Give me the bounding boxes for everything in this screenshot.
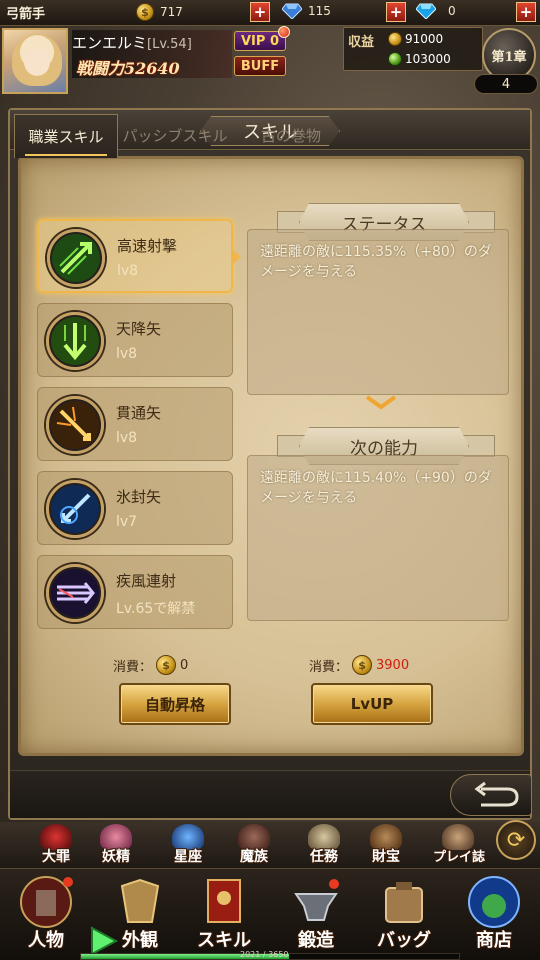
top-status-bar: 弓箭手 $ 717 + 115 + 0 + bbox=[0, 0, 540, 26]
back-arrow-icon bbox=[474, 781, 519, 807]
sky-gem-amount: 0 bbox=[448, 4, 456, 18]
selection-arrow bbox=[232, 249, 241, 265]
next-ability-box: 遠距離の敵に115.40%（+90）のダメージを与える bbox=[247, 455, 509, 621]
auto-upgrade-button[interactable]: 自動昇格 bbox=[119, 683, 231, 725]
nav-character[interactable]: 人物 bbox=[2, 872, 90, 954]
green-orb-icon bbox=[388, 52, 402, 66]
income-gold: 91000 bbox=[405, 32, 444, 46]
skill-level: lv8 bbox=[116, 346, 138, 362]
ice-arrow-icon bbox=[46, 480, 104, 538]
nav-deadly-sin[interactable]: 大罪 bbox=[26, 824, 86, 868]
refresh-icon: ⟳ bbox=[506, 827, 526, 853]
tab-ancient-scroll[interactable]: 古の巻物 bbox=[236, 114, 346, 158]
blue-gem-icon bbox=[282, 3, 302, 19]
nav-shop[interactable]: 商店 bbox=[450, 872, 538, 954]
skill-name: 貫通矢 bbox=[116, 404, 162, 422]
tab-passive-skill[interactable]: パッシブスキル bbox=[120, 114, 230, 158]
add-gold-button[interactable]: + bbox=[250, 2, 270, 22]
rapid-shot-icon bbox=[47, 229, 105, 287]
status-box: 遠距離の敵に115.35%（+80）のダメージを与える bbox=[247, 229, 509, 395]
gold-amount: 717 bbox=[160, 5, 183, 19]
skill-level: lv7 bbox=[116, 514, 138, 530]
refresh-button[interactable]: ⟳ bbox=[496, 820, 536, 860]
nav-play-log[interactable]: プレイ誌 bbox=[424, 824, 494, 868]
nav-quest[interactable]: 任務 bbox=[294, 824, 354, 868]
exp-text: 2021 / 3650 bbox=[240, 950, 289, 959]
nav-skill[interactable]: スキル bbox=[180, 872, 268, 954]
status-description: 遠距離の敵に115.35%（+80）のダメージを与える bbox=[260, 244, 492, 280]
nav-fairy[interactable]: 妖精 bbox=[86, 824, 146, 868]
appearance-icon bbox=[120, 878, 160, 923]
blue-gem-resource: 115 bbox=[282, 3, 331, 19]
auto-cost: 消費： $ 0 bbox=[113, 655, 188, 675]
tab-job-skill[interactable]: 職業スキル bbox=[14, 114, 118, 158]
skill-panel: スキル 高速射撃 lv8 天降矢 lv8 貫通矢 lv8 氷封矢 lv7 疾風連… bbox=[8, 108, 532, 820]
gold-coin-icon: $ bbox=[352, 655, 373, 675]
class-name: 弓箭手 bbox=[6, 7, 46, 22]
gold-coin-icon bbox=[388, 32, 402, 46]
skill-level: lv8 bbox=[116, 430, 138, 446]
skill-item-arrow-rain[interactable]: 天降矢 lv8 bbox=[37, 303, 233, 377]
notification-dot bbox=[278, 26, 290, 38]
skill-book-icon bbox=[207, 879, 241, 923]
back-button[interactable] bbox=[450, 774, 532, 816]
add-sky-gem-button[interactable]: + bbox=[516, 2, 536, 22]
piercing-arrow-icon bbox=[46, 396, 104, 454]
lvup-button[interactable]: LvUP bbox=[311, 683, 433, 725]
skill-item-rapid-shot[interactable]: 高速射撃 lv8 bbox=[37, 219, 241, 293]
stage-number: 4 bbox=[474, 74, 538, 94]
gale-barrage-icon bbox=[46, 564, 104, 622]
player-name-line: エンエルミ[Lv.54] bbox=[72, 32, 192, 53]
income-label: 収益 bbox=[348, 35, 375, 50]
lvup-cost: 消費： $ 3900 bbox=[309, 655, 409, 675]
gold-resource: $ 717 bbox=[136, 3, 183, 21]
player-name: エンエルミ bbox=[72, 34, 148, 52]
blue-gem-amount: 115 bbox=[308, 4, 331, 18]
player-level: [Lv.54] bbox=[147, 37, 192, 52]
nav-constellation[interactable]: 星座 bbox=[158, 824, 218, 868]
skill-item-piercing-arrow[interactable]: 貫通矢 lv8 bbox=[37, 387, 233, 461]
buff-button[interactable]: BUFF bbox=[234, 56, 286, 76]
bag-icon bbox=[385, 882, 423, 923]
nav-treasure[interactable]: 財宝 bbox=[356, 824, 416, 868]
arrow-rain-icon bbox=[46, 312, 104, 370]
income-panel[interactable]: 収益 91000 103000 bbox=[343, 27, 483, 71]
skill-item-gale-barrage[interactable]: 疾風連射 Lv.65で解禁 bbox=[37, 555, 233, 629]
next-ability-description: 遠距離の敵に115.40%（+90）のダメージを与える bbox=[260, 470, 492, 506]
nav-bag[interactable]: バッグ bbox=[360, 872, 448, 954]
parchment-area: 高速射撃 lv8 天降矢 lv8 貫通矢 lv8 氷封矢 lv7 疾風連射 Lv… bbox=[18, 156, 524, 756]
skill-level: Lv.65で解禁 bbox=[116, 601, 196, 617]
nav-demon[interactable]: 魔族 bbox=[224, 824, 284, 868]
anvil-icon bbox=[294, 879, 339, 921]
skill-name: 疾風連射 bbox=[116, 572, 177, 590]
income-green: 103000 bbox=[405, 52, 451, 66]
skill-name: 天降矢 bbox=[116, 320, 162, 338]
gold-coin-icon: $ bbox=[156, 655, 177, 675]
skill-name: 高速射撃 bbox=[117, 237, 178, 255]
avatar[interactable] bbox=[2, 28, 68, 94]
skill-name: 氷封矢 bbox=[116, 488, 162, 506]
skill-level: lv8 bbox=[117, 263, 139, 279]
shop-orb-icon bbox=[468, 876, 520, 928]
chevron-down-icon bbox=[365, 395, 397, 410]
sky-gem-resource: 0 bbox=[416, 3, 456, 19]
skill-item-ice-arrow[interactable]: 氷封矢 lv7 bbox=[37, 471, 233, 545]
character-icon bbox=[20, 876, 73, 928]
gold-coin-icon: $ bbox=[136, 3, 154, 21]
combat-power: 戦闘力52640 bbox=[76, 59, 180, 78]
sky-gem-icon bbox=[416, 3, 436, 19]
add-blue-gem-button[interactable]: + bbox=[386, 2, 406, 22]
nav-forge[interactable]: 鍛造 bbox=[272, 872, 360, 954]
